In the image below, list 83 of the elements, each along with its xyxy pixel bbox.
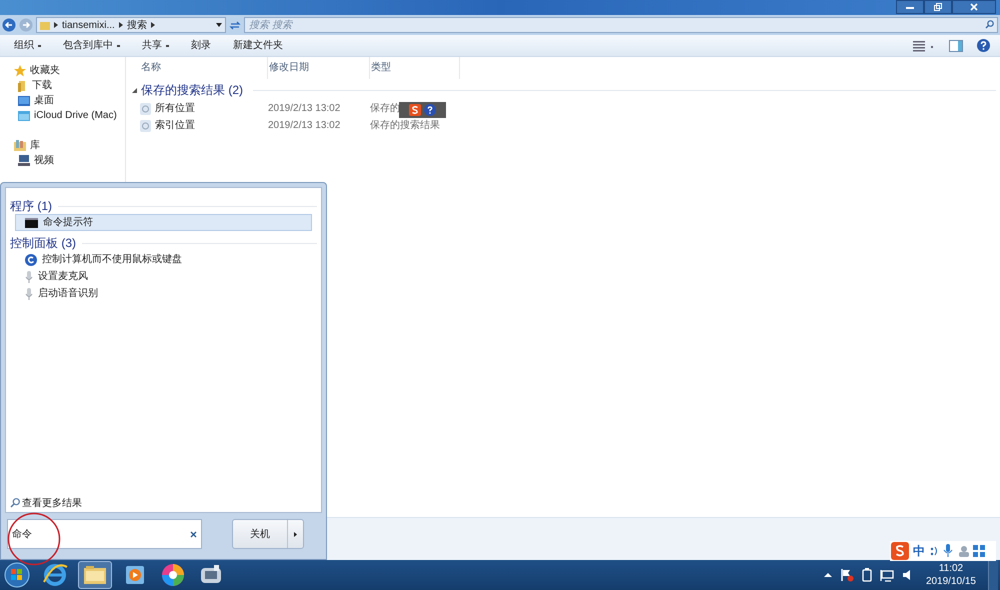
type-cell-text: 保存的 (370, 102, 400, 116)
file-name[interactable]: 索引位置 (155, 118, 195, 133)
breadcrumb-arrow-icon[interactable] (118, 22, 123, 28)
clock-time: 11:02 (938, 562, 964, 575)
input-method-icon[interactable] (891, 542, 909, 560)
help-icon (424, 104, 436, 116)
nav-item[interactable]: 下载 (32, 78, 52, 93)
address-bar[interactable]: tiansemixi... 搜索 (36, 17, 226, 33)
clock-date: 2019/10/15 (926, 575, 976, 588)
search-field[interactable]: 搜索 搜索 (244, 17, 998, 33)
accessibility-icon (25, 254, 37, 266)
result-item[interactable]: 命令提示符 (15, 214, 312, 231)
input-method-icon (409, 104, 421, 116)
microphone-icon[interactable] (943, 544, 953, 558)
start-button[interactable] (2, 561, 32, 589)
annotation-circle (7, 512, 61, 566)
close-button[interactable] (952, 0, 996, 14)
saved-search-icon (140, 120, 151, 132)
console-icon (25, 218, 38, 228)
battery-icon[interactable] (862, 568, 872, 582)
group-header[interactable]: 保存的搜索结果 (2) (141, 81, 243, 99)
action-center-flag-icon[interactable] (840, 568, 854, 582)
column-header[interactable]: 类型 (370, 57, 460, 79)
date-cell-text: 2019/2/13 13:02 (268, 102, 342, 116)
folder-icon (40, 20, 50, 30)
minimize-button[interactable] (896, 0, 924, 14)
result-item[interactable]: 设置麦克风 (15, 268, 312, 285)
back-icon[interactable] (2, 18, 16, 32)
restore-icon (934, 3, 942, 11)
search-icon (10, 498, 20, 508)
show-desktop-button[interactable] (988, 560, 998, 590)
minimize-icon (906, 6, 914, 8)
video-icon (18, 155, 30, 166)
dropdown-icon[interactable] (216, 23, 222, 27)
search-field[interactable]: 命令 (7, 519, 202, 549)
section-header: 程序 (1) (10, 198, 52, 215)
column-header[interactable]: 名称 (140, 57, 268, 79)
toolbar-button[interactable]: 包含到库中 (63, 38, 120, 53)
nav-item[interactable]: 收藏夹 (30, 63, 60, 78)
refresh-icon[interactable] (229, 19, 241, 31)
see-more-results-link[interactable]: 查看更多结果 (22, 496, 82, 510)
microphone-icon (25, 288, 33, 300)
date-cell-text: 2019/2/13 13:02 (268, 119, 342, 133)
breadcrumb[interactable]: 搜索 (126, 18, 147, 32)
breadcrumb-arrow-icon[interactable] (54, 22, 58, 28)
file-name[interactable]: 所有位置 (155, 101, 195, 116)
clear-icon[interactable] (190, 531, 197, 538)
folder-icon (84, 566, 106, 584)
folder-icon (18, 110, 30, 120)
toolbar-button[interactable]: 组织 (14, 38, 41, 53)
desktop-icon (18, 96, 30, 106)
toolbar-button[interactable]: 新建文件夹 (233, 38, 283, 53)
help-icon[interactable] (977, 39, 990, 52)
nav-item[interactable]: iCloud Drive (Mac) (34, 108, 117, 123)
microphone-icon (25, 270, 33, 282)
breadcrumb-arrow-icon[interactable] (150, 22, 155, 28)
toolbar-button[interactable]: 刻录 (191, 38, 211, 53)
close-icon (970, 3, 978, 11)
folder-icon (18, 80, 28, 92)
nav-item[interactable]: 桌面 (34, 93, 54, 108)
nav-item[interactable]: 视频 (34, 153, 54, 168)
preview-pane-icon[interactable] (949, 40, 963, 52)
result-item[interactable]: 控制计算机而不使用鼠标或键盘 (15, 251, 312, 268)
toolbar-button[interactable]: 共享 (142, 38, 169, 53)
network-icon[interactable] (880, 568, 894, 582)
taskbar-button[interactable] (78, 561, 112, 589)
grid-icon[interactable] (973, 545, 985, 557)
section-header: 控制面板 (3) (10, 235, 76, 252)
restore-button[interactable] (924, 0, 952, 14)
saved-search-icon (140, 102, 151, 114)
arrow-icon (294, 532, 297, 536)
library-icon (14, 140, 26, 151)
result-item[interactable]: 启动语音识别 (15, 285, 312, 302)
search-icon (985, 20, 994, 29)
collapse-icon[interactable] (132, 88, 137, 92)
column-header[interactable]: 修改日期 (268, 57, 370, 79)
punctuation-icon[interactable] (929, 545, 939, 557)
breadcrumb[interactable]: tiansemixi... (62, 18, 115, 32)
type-cell-text: 保存的搜索结果 (370, 118, 440, 133)
star-icon (14, 64, 26, 76)
input-mode-toggle[interactable]: 中 (913, 542, 925, 560)
nav-item[interactable]: 库 (30, 138, 40, 153)
show-hidden-icons-icon[interactable] (824, 572, 832, 578)
